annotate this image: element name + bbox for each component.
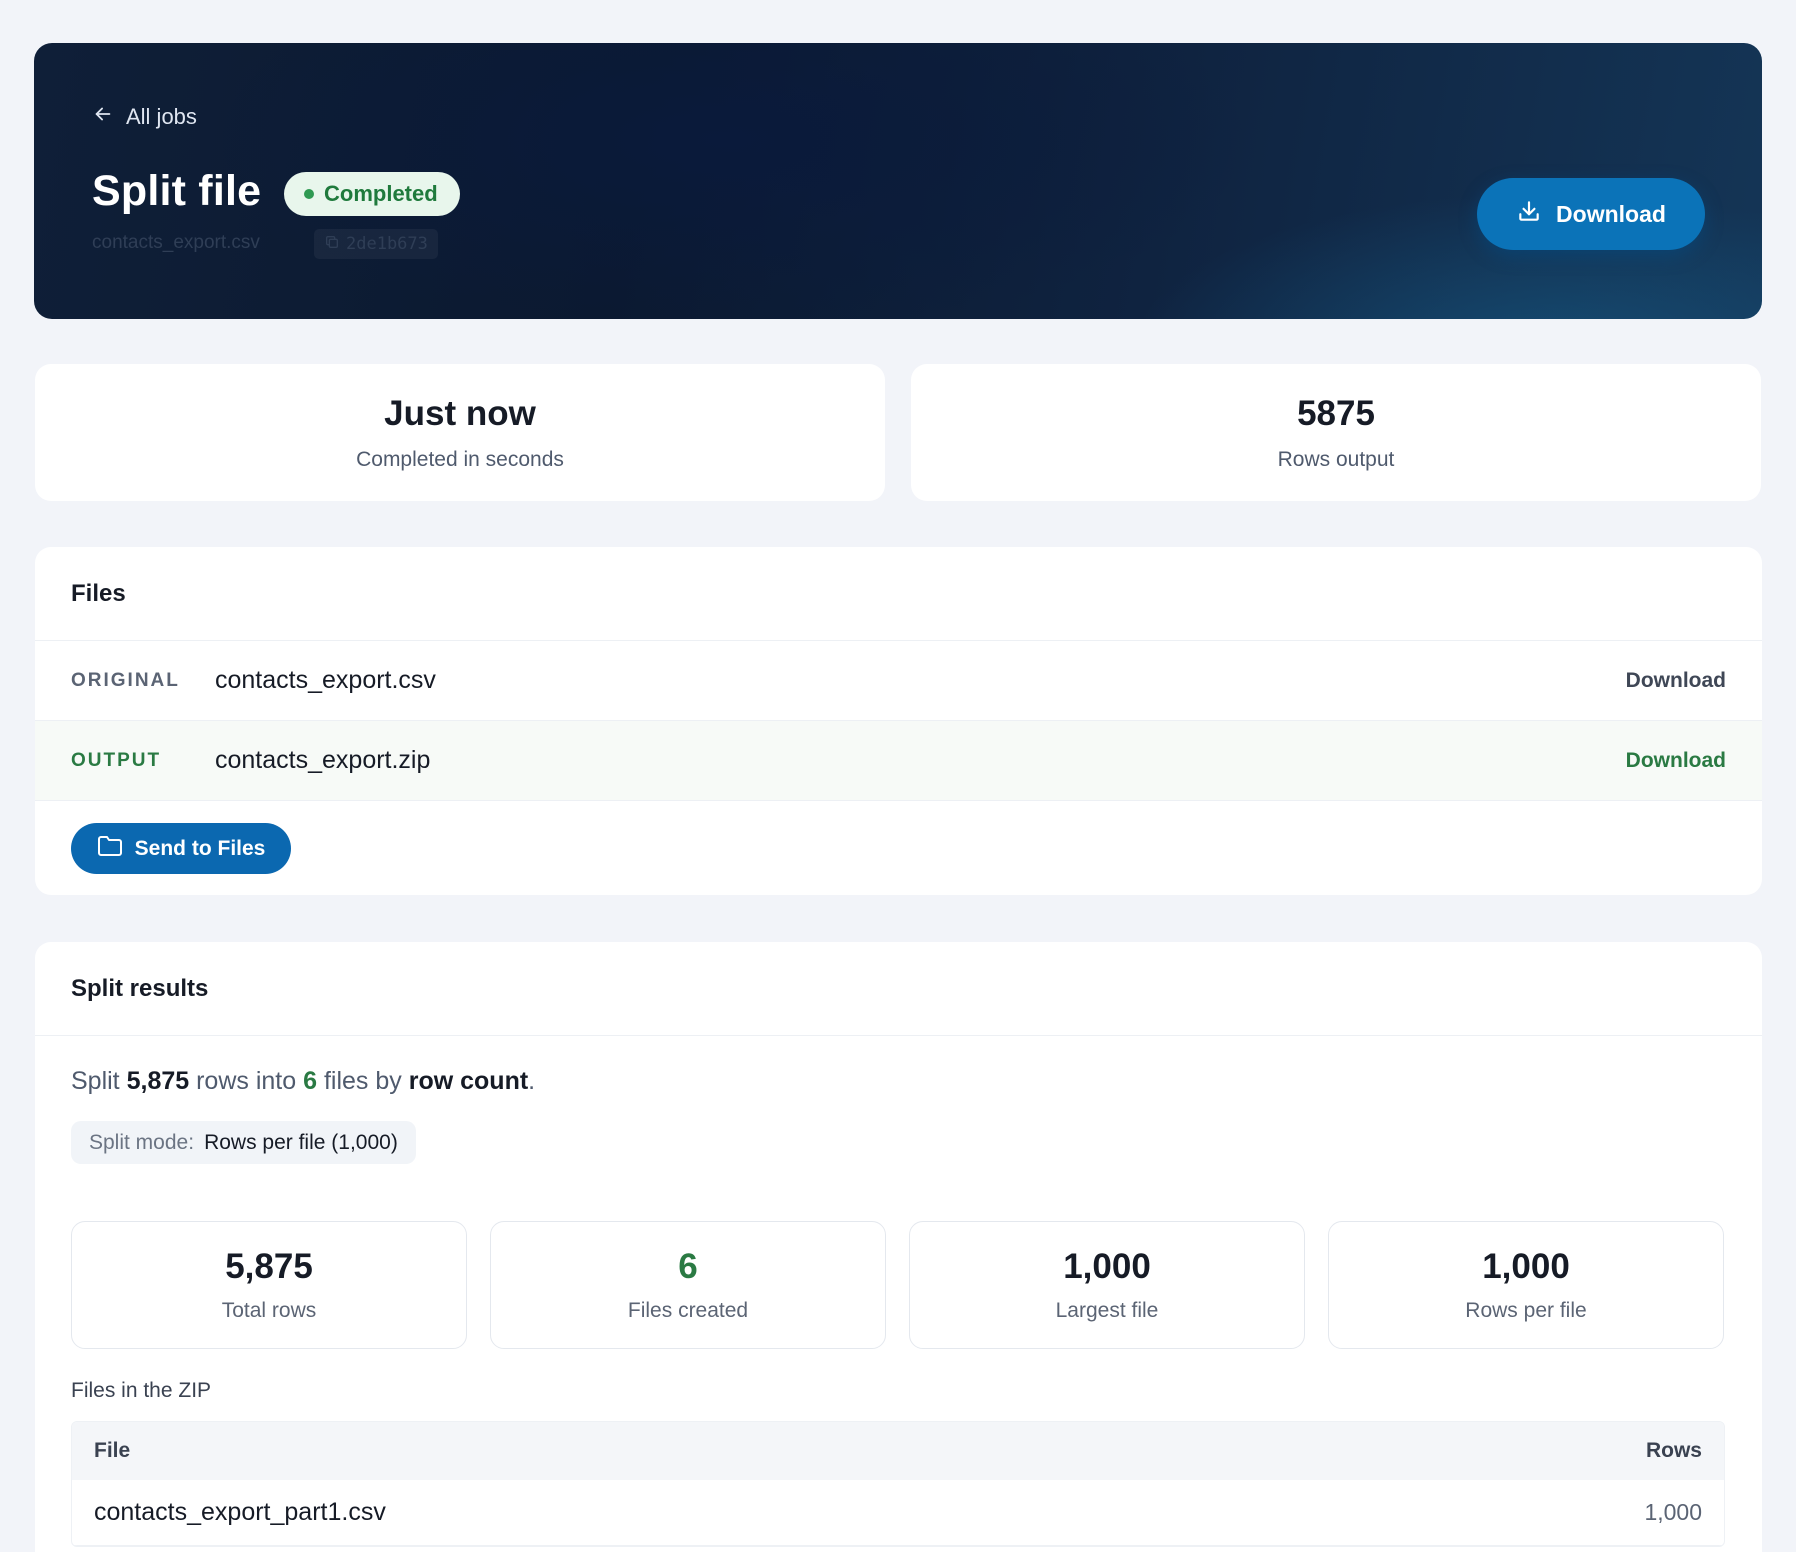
column-header-file: File bbox=[94, 1439, 131, 1462]
output-file-name: contacts_export.zip bbox=[215, 746, 431, 774]
summary-mid2: files by bbox=[323, 1067, 402, 1095]
table-header: File Rows bbox=[72, 1422, 1724, 1480]
copy-job-id-button[interactable]: 2de1b673 bbox=[314, 229, 438, 259]
original-file-row: ORIGINAL contacts_export.csv Download bbox=[35, 641, 1762, 721]
files-card-title: Files bbox=[35, 547, 1762, 641]
metric-value: 6 bbox=[678, 1247, 698, 1286]
summary-files-count: 6 bbox=[303, 1067, 318, 1095]
split-results-card: Split results Split 5,875 rows into 6 fi… bbox=[35, 942, 1762, 1552]
back-to-jobs-link[interactable]: All jobs bbox=[92, 103, 197, 131]
summary-rows: 5,875 bbox=[126, 1067, 190, 1095]
column-header-rows: Rows bbox=[1645, 1439, 1702, 1462]
files-card: Files ORIGINAL contacts_export.csv Downl… bbox=[35, 547, 1762, 895]
job-detail-page: All jobs Split file Completed contacts_e… bbox=[0, 0, 1796, 1552]
zip-files-heading: Files in the ZIP bbox=[71, 1379, 212, 1402]
metric-value: 1,000 bbox=[1063, 1247, 1151, 1286]
summary-prefix: Split bbox=[71, 1067, 120, 1095]
download-icon bbox=[1516, 198, 1542, 230]
page-title: Split file bbox=[92, 167, 262, 215]
status-badge: Completed bbox=[284, 172, 460, 216]
metric-files-created: 6 Files created bbox=[490, 1221, 886, 1349]
copy-icon bbox=[324, 234, 340, 255]
completion-time-value: Just now bbox=[384, 393, 536, 433]
zip-file-name: contacts_export_part1.csv bbox=[94, 1498, 386, 1526]
back-link-label: All jobs bbox=[126, 104, 197, 129]
split-mode-label: Split mode: bbox=[89, 1130, 195, 1154]
metric-rows-per-file: 1,000 Rows per file bbox=[1328, 1221, 1724, 1349]
send-to-files-button[interactable]: Send to Files bbox=[71, 823, 291, 874]
job-header: All jobs Split file Completed contacts_e… bbox=[34, 43, 1762, 319]
status-label: Completed bbox=[324, 181, 438, 206]
summary-method: row count bbox=[408, 1067, 529, 1095]
rows-output-label: Rows output bbox=[1277, 447, 1395, 471]
folder-icon bbox=[97, 835, 123, 863]
original-tag: ORIGINAL bbox=[71, 669, 180, 691]
summary-mid: rows into bbox=[196, 1067, 297, 1095]
metric-label: Total rows bbox=[221, 1299, 317, 1322]
table-row: contacts_export_part1.csv 1,000 bbox=[72, 1480, 1724, 1546]
rows-output-card: 5875 Rows output bbox=[911, 364, 1761, 501]
metric-label: Rows per file bbox=[1465, 1299, 1587, 1322]
download-button-label: Download bbox=[1556, 200, 1666, 227]
download-original-link[interactable]: Download bbox=[1626, 669, 1726, 693]
rows-output-value: 5875 bbox=[1297, 393, 1375, 433]
split-results-title: Split results bbox=[35, 942, 1762, 1036]
arrow-left-icon bbox=[92, 103, 114, 131]
zip-file-rows: 1,000 bbox=[1644, 1499, 1702, 1525]
job-id: 2de1b673 bbox=[346, 234, 428, 254]
split-mode-value: Rows per file (1,000) bbox=[204, 1130, 398, 1154]
completion-time-card: Just now Completed in seconds bbox=[35, 364, 885, 501]
status-dot-icon bbox=[304, 189, 314, 199]
metric-label: Largest file bbox=[1055, 1299, 1159, 1322]
zip-files-table: File Rows contacts_export_part1.csv 1,00… bbox=[71, 1421, 1725, 1547]
output-tag: OUTPUT bbox=[71, 749, 162, 771]
summary-end: . bbox=[528, 1067, 536, 1095]
metric-total-rows: 5,875 Total rows bbox=[71, 1221, 467, 1349]
send-to-files-label: Send to Files bbox=[134, 836, 266, 860]
download-output-link[interactable]: Download bbox=[1626, 749, 1726, 773]
split-summary: Split 5,875 rows into 6 files by row cou… bbox=[71, 1067, 535, 1096]
metric-largest-file: 1,000 Largest file bbox=[909, 1221, 1305, 1349]
metric-value: 1,000 bbox=[1482, 1247, 1570, 1286]
source-file-name: contacts_export.csv bbox=[92, 232, 260, 253]
metric-value: 5,875 bbox=[225, 1247, 313, 1286]
original-file-name: contacts_export.csv bbox=[215, 666, 436, 694]
split-mode-chip: Split mode: Rows per file (1,000) bbox=[71, 1121, 416, 1164]
metric-label: Files created bbox=[627, 1299, 749, 1322]
completion-time-label: Completed in seconds bbox=[356, 447, 564, 471]
download-button[interactable]: Download bbox=[1477, 178, 1705, 250]
output-file-row: OUTPUT contacts_export.zip Download bbox=[35, 721, 1762, 801]
